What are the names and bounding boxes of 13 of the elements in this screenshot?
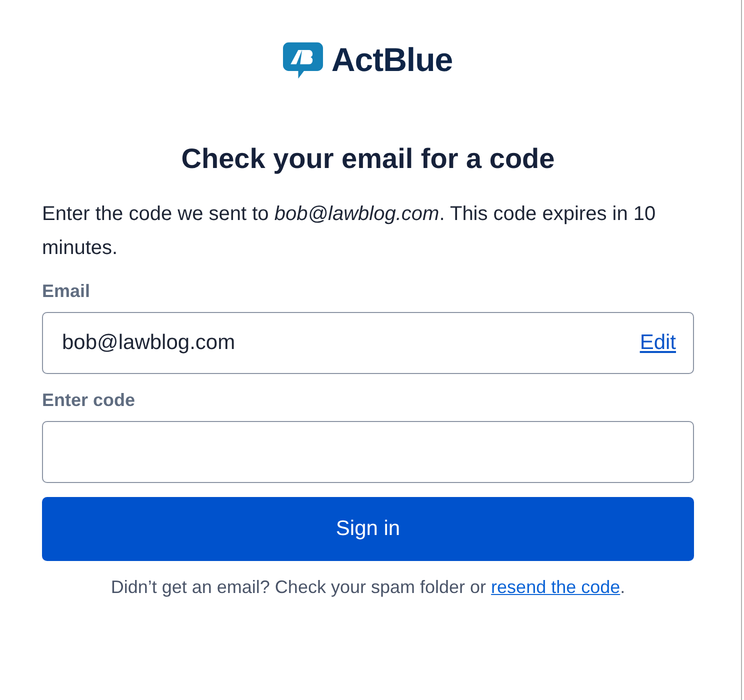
field-label: Enter code	[42, 390, 136, 411]
logo-icon	[283, 42, 324, 78]
help-text: Didn’t get an email? Check your spam folder or	[110, 577, 486, 597]
resend-link[interactable]: resend the code	[491, 577, 620, 597]
instructions-text: Enter the code we sent to bob@lawblog.com. This code expires in 10 minutes.	[42, 202, 657, 261]
sign-in-button[interactable]: Sign in	[42, 497, 694, 561]
punctuation-text: .	[620, 577, 626, 597]
input-field[interactable]	[42, 421, 694, 483]
input-field[interactable]: bob@lawblog.com Edit	[42, 312, 694, 374]
logo-wordmark: ActBlue	[331, 41, 453, 79]
edit-link[interactable]: Edit	[640, 331, 676, 355]
field-label: Email	[42, 281, 92, 302]
page-heading: Check your email for a code	[180, 143, 556, 175]
